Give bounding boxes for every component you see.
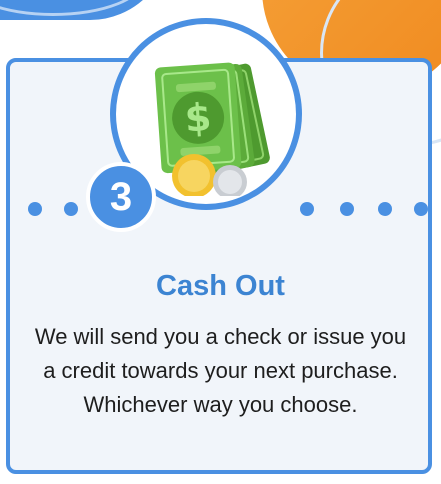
step-panel: $ 3 Cash Out We will send you a check or… bbox=[0, 0, 441, 484]
step-number-badge: 3 bbox=[86, 162, 156, 232]
step-title: Cash Out bbox=[156, 270, 285, 302]
divider-dot bbox=[414, 202, 428, 216]
divider-dot bbox=[300, 202, 314, 216]
svg-text:$: $ bbox=[183, 95, 212, 141]
step-description: We will send you a check or issue you a … bbox=[34, 324, 407, 417]
divider-dot bbox=[64, 202, 78, 216]
divider-dot bbox=[340, 202, 354, 216]
cash-money-icon: $ bbox=[154, 62, 270, 196]
divider-dot bbox=[378, 202, 392, 216]
divider-dot bbox=[28, 202, 42, 216]
